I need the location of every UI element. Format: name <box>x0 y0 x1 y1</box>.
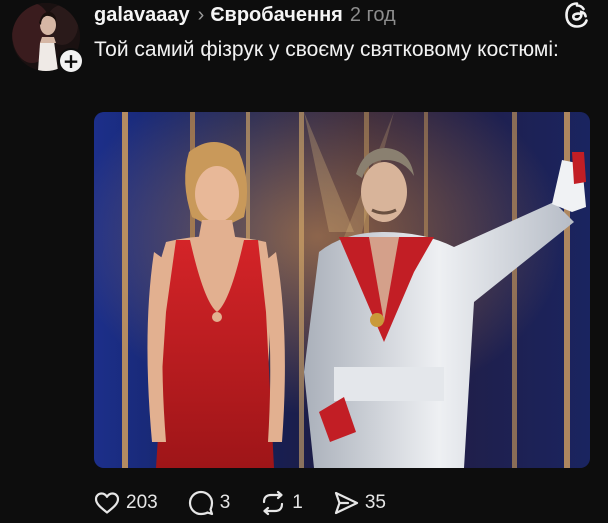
comment-count: 3 <box>219 492 231 513</box>
comment-bubble-icon <box>188 490 213 516</box>
repost-button[interactable]: 1 <box>260 490 303 516</box>
post-card: + galavaaay › Євробачення 2 год Той сами… <box>0 0 608 523</box>
post-actions: 203 3 1 35 <box>94 488 416 518</box>
plus-icon: + <box>60 50 82 72</box>
like-count: 203 <box>126 492 158 513</box>
post-text: Той самий фізрук у своєму святковому кос… <box>94 38 559 61</box>
post-timestamp: 2 год <box>349 3 396 26</box>
username-link[interactable]: galavaaay <box>94 4 190 27</box>
send-icon <box>334 491 358 515</box>
comment-button[interactable]: 3 <box>188 490 231 516</box>
heart-icon <box>94 492 120 514</box>
community-link[interactable]: Євробачення <box>210 4 343 27</box>
like-button[interactable]: 203 <box>94 491 158 515</box>
repost-icon <box>263 490 284 516</box>
share-count: 35 <box>364 492 386 513</box>
share-button[interactable]: 35 <box>333 490 386 516</box>
follow-button[interactable]: + <box>58 48 84 74</box>
threads-logo-icon[interactable] <box>562 0 592 30</box>
post-image[interactable] <box>94 112 590 468</box>
post-header: galavaaay › Євробачення 2 год <box>94 1 396 29</box>
repost-count: 1 <box>292 492 303 513</box>
chevron-right-icon: › <box>197 3 205 26</box>
avatar-container[interactable]: + <box>12 3 84 74</box>
